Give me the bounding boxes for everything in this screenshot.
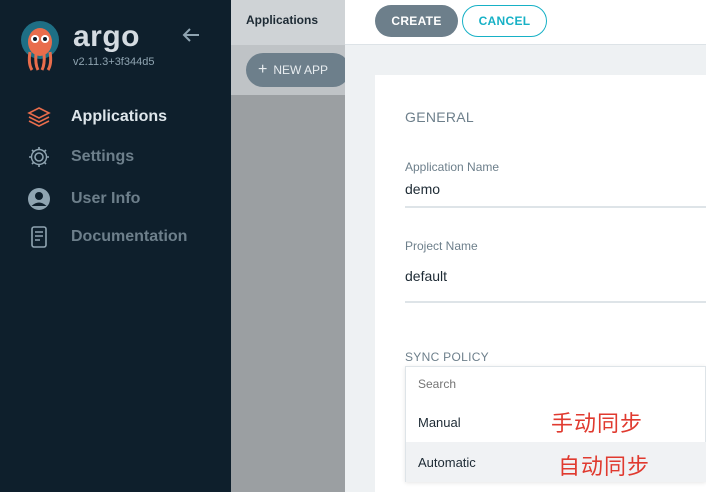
automatic-annotation: 自动同步 — [558, 455, 651, 480]
collapse-sidebar-arrow-icon[interactable] — [180, 24, 202, 46]
sidebar-item-documentation[interactable]: Documentation — [26, 224, 216, 250]
project-name-input[interactable]: default — [405, 268, 447, 284]
app-name-underline — [405, 206, 706, 208]
sidebar-item-label: Settings — [71, 148, 135, 165]
sidebar-item-label: User Info — [71, 190, 141, 207]
sidebar-item-applications[interactable]: Applications — [26, 104, 216, 130]
user-icon — [26, 186, 52, 212]
new-app-button[interactable]: + NEW APP — [246, 53, 350, 87]
stack-icon — [26, 104, 52, 130]
sidebar-item-label: Documentation — [71, 228, 188, 245]
argo-logo-icon — [20, 20, 60, 72]
manual-annotation: 手动同步 — [551, 412, 644, 437]
gear-icon — [26, 144, 52, 170]
book-icon — [26, 224, 52, 250]
breadcrumb[interactable]: Applications — [246, 13, 318, 27]
project-name-label: Project Name — [405, 239, 478, 253]
sidebar-item-user-info[interactable]: User Info — [26, 186, 216, 212]
general-section-title: GENERAL — [405, 109, 475, 125]
sidebar: argo v2.11.3+3f344d5 Applications Settin… — [0, 0, 231, 492]
version-label: v2.11.3+3f344d5 — [73, 56, 155, 68]
sidebar-item-label: Applications — [71, 108, 168, 125]
sidebar-item-settings[interactable]: Settings — [26, 144, 216, 170]
app-name-label: Application Name — [405, 160, 500, 174]
plus-icon: + — [258, 61, 268, 78]
app-name-input[interactable]: demo — [405, 181, 440, 197]
dropdown-option-automatic[interactable]: Automatic — [406, 442, 706, 482]
new-app-label: NEW APP — [273, 63, 329, 77]
create-button[interactable]: CREATE — [375, 5, 458, 37]
dropdown-search-input[interactable] — [418, 377, 688, 391]
cancel-button[interactable]: CANCEL — [462, 5, 547, 37]
sync-policy-title: SYNC POLICY — [405, 350, 489, 364]
brand-name: argo — [73, 20, 141, 53]
project-name-underline — [405, 301, 706, 303]
